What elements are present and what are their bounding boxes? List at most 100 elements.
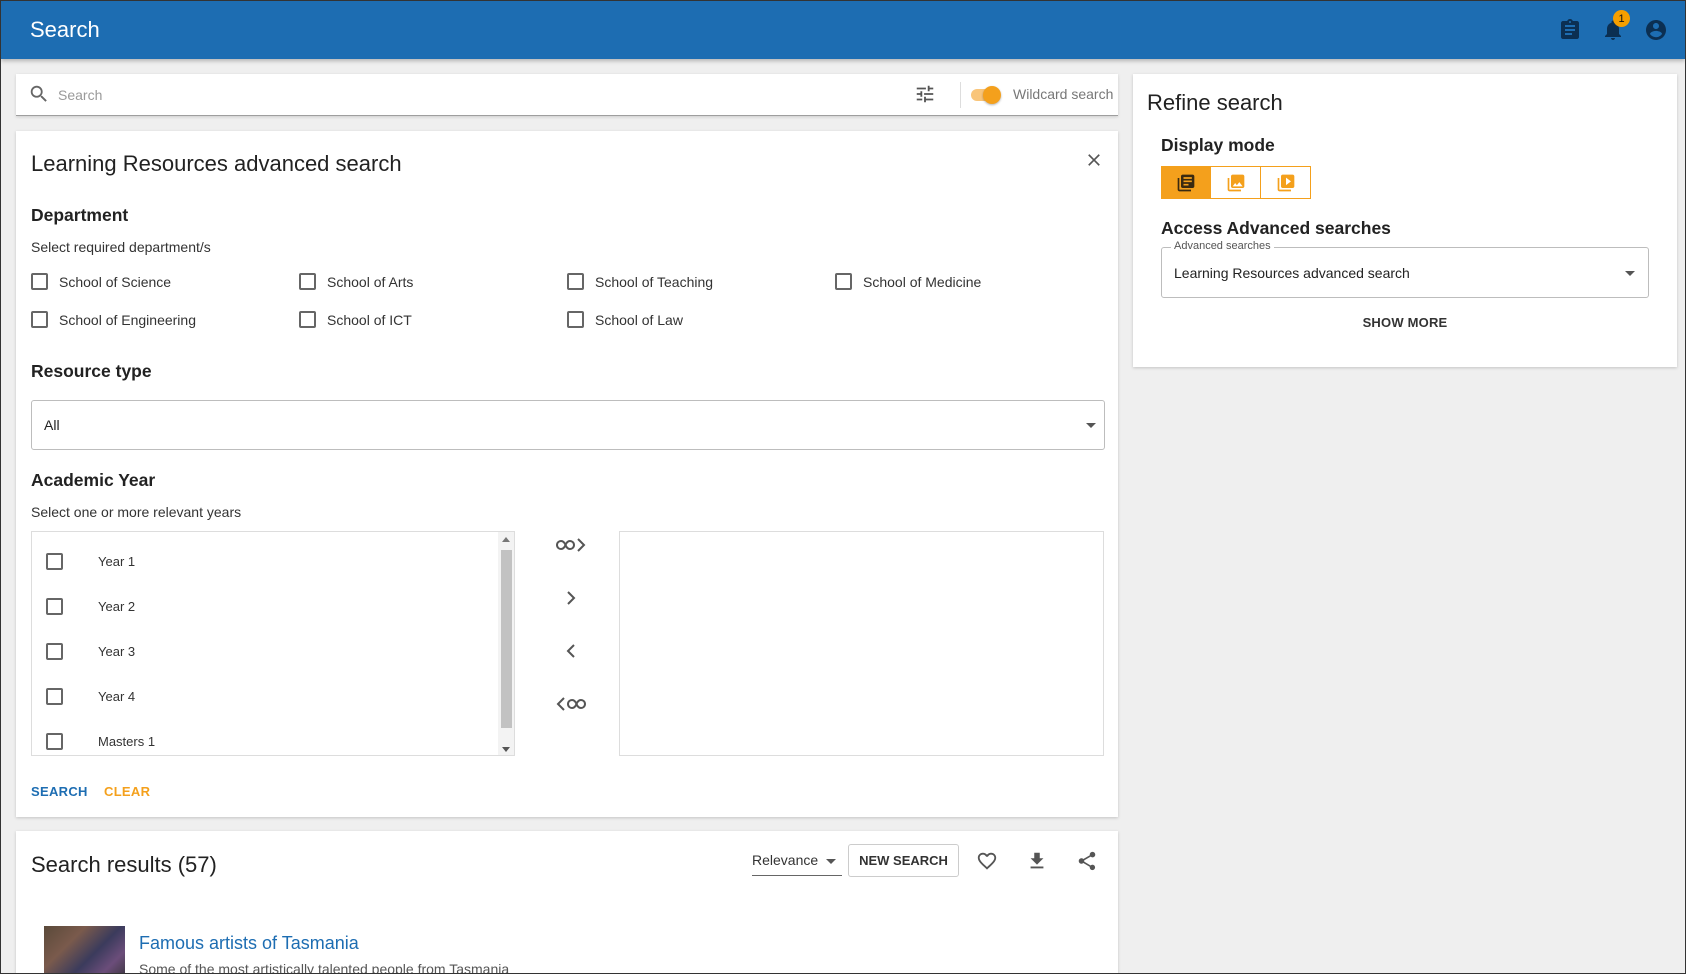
department-option-arts[interactable]: School of Arts — [299, 273, 413, 290]
advanced-searches-select[interactable]: Advanced searches Learning Resources adv… — [1161, 240, 1649, 298]
result-title-link[interactable]: Famous artists of Tasmania — [139, 933, 359, 954]
chevron-down-icon — [826, 859, 836, 864]
checkbox[interactable] — [46, 643, 63, 660]
video-icon — [1277, 174, 1294, 191]
move-left-button[interactable] — [543, 634, 598, 668]
department-option-teaching[interactable]: School of Teaching — [567, 273, 713, 290]
list-item[interactable]: Year 4 — [32, 674, 496, 719]
page-title: Search — [30, 17, 100, 42]
scroll-down-icon[interactable] — [502, 747, 510, 752]
divider — [960, 82, 961, 108]
department-option-medicine[interactable]: School of Medicine — [835, 273, 981, 290]
checkbox[interactable] — [567, 273, 584, 290]
search-button[interactable]: SEARCH — [31, 784, 88, 799]
sort-value: Relevance — [752, 852, 819, 868]
department-option-engineering[interactable]: School of Engineering — [31, 311, 196, 328]
app-frame: Search 1 Wildcard search — [0, 0, 1686, 974]
refine-title: Refine search — [1147, 90, 1283, 115]
chevron-down-icon — [1086, 423, 1096, 428]
share-icon — [1078, 851, 1096, 871]
display-mode-group — [1161, 166, 1311, 199]
resource-type-value: All — [44, 417, 60, 433]
department-option-law[interactable]: School of Law — [567, 311, 683, 328]
advanced-searches-value: Learning Resources advanced search — [1174, 265, 1410, 281]
move-all-left-button[interactable] — [543, 687, 598, 721]
checkbox[interactable] — [567, 311, 584, 328]
account-icon — [1645, 20, 1666, 40]
toggle-thumb — [983, 86, 1001, 104]
department-heading: Department — [31, 205, 129, 225]
display-mode-heading: Display mode — [1161, 135, 1275, 155]
advanced-search-panel: Learning Resources advanced search Depar… — [16, 131, 1118, 817]
download-icon — [1030, 852, 1044, 869]
favourite-button[interactable] — [974, 848, 1000, 874]
display-mode-video-button[interactable] — [1261, 166, 1311, 199]
checkbox[interactable] — [46, 733, 63, 750]
image-icon — [1227, 174, 1244, 191]
list-item[interactable]: Masters 1 — [32, 719, 496, 755]
show-more-button[interactable]: SHOW MORE — [1133, 315, 1677, 330]
checkbox[interactable] — [46, 553, 63, 570]
display-mode-gallery-button[interactable] — [1211, 166, 1261, 199]
scrollbar-thumb[interactable] — [501, 550, 512, 728]
checkbox[interactable] — [299, 273, 316, 290]
move-all-left-icon — [556, 697, 586, 711]
clipboard-icon — [1560, 19, 1579, 39]
refine-search-panel: Refine search Display mode Access Advanc… — [1133, 74, 1677, 367]
notifications-button[interactable]: 1 — [1591, 10, 1634, 49]
results-title: Search results (57) — [31, 852, 217, 877]
result-thumbnail[interactable] — [44, 926, 125, 973]
resource-type-heading: Resource type — [31, 361, 152, 381]
department-option-science[interactable]: School of Science — [31, 273, 171, 290]
notification-badge: 1 — [1613, 10, 1630, 27]
chevron-down-icon — [1625, 271, 1635, 276]
clear-button[interactable]: CLEAR — [104, 784, 150, 799]
close-button[interactable] — [1080, 146, 1108, 174]
wildcard-toggle[interactable] — [969, 86, 1001, 104]
chevron-left-icon — [566, 644, 575, 658]
resource-type-select[interactable]: All — [31, 400, 1105, 450]
department-subtitle: Select required department/s — [31, 239, 211, 255]
advanced-searches-label: Advanced searches — [1171, 240, 1274, 252]
header-actions: 1 — [1548, 10, 1677, 49]
download-button[interactable] — [1024, 848, 1050, 874]
new-search-button[interactable]: NEW SEARCH — [848, 844, 959, 877]
scroll-up-icon[interactable] — [502, 537, 510, 542]
checkbox[interactable] — [31, 311, 48, 328]
close-icon — [1088, 154, 1100, 166]
share-button[interactable] — [1074, 848, 1100, 874]
list-view-icon — [1177, 174, 1195, 191]
academic-year-subtitle: Select one or more relevant years — [31, 504, 242, 520]
chevron-right-icon — [566, 591, 575, 605]
tune-icon — [916, 85, 934, 103]
wildcard-label: Wildcard search — [1013, 86, 1114, 102]
display-mode-list-button[interactable] — [1161, 166, 1211, 199]
selected-years-list — [619, 531, 1104, 756]
checkbox[interactable] — [299, 311, 316, 328]
academic-year-heading: Academic Year — [31, 470, 156, 490]
scrollbar[interactable] — [498, 532, 514, 755]
list-item[interactable]: Year 2 — [32, 584, 496, 629]
result-description: Some of the most artistically talented p… — [139, 961, 510, 974]
search-icon — [28, 83, 52, 107]
advanced-search-title: Learning Resources advanced search — [31, 151, 402, 176]
filter-settings-button[interactable] — [914, 83, 938, 107]
department-option-ict[interactable]: School of ICT — [299, 311, 412, 328]
list-item[interactable]: Year 3 — [32, 629, 496, 674]
move-all-right-button[interactable] — [543, 528, 598, 562]
checkbox[interactable] — [835, 273, 852, 290]
account-button[interactable] — [1634, 11, 1677, 49]
access-advanced-heading: Access Advanced searches — [1161, 218, 1391, 238]
search-results-panel: Search results (57) Relevance NEW SEARCH… — [16, 831, 1118, 974]
move-right-button[interactable] — [543, 581, 598, 615]
move-all-right-icon — [555, 538, 585, 552]
search-input[interactable] — [58, 82, 898, 108]
checkbox[interactable] — [46, 598, 63, 615]
checkbox[interactable] — [31, 273, 48, 290]
sort-select[interactable]: Relevance — [752, 850, 842, 876]
search-bar: Wildcard search — [16, 74, 1118, 116]
available-years-list: Year 1 Year 2 Year 3 Year 4 Masters 1 — [31, 531, 515, 756]
tasks-button[interactable] — [1548, 11, 1591, 49]
list-item[interactable]: Year 1 — [32, 539, 496, 584]
checkbox[interactable] — [46, 688, 63, 705]
